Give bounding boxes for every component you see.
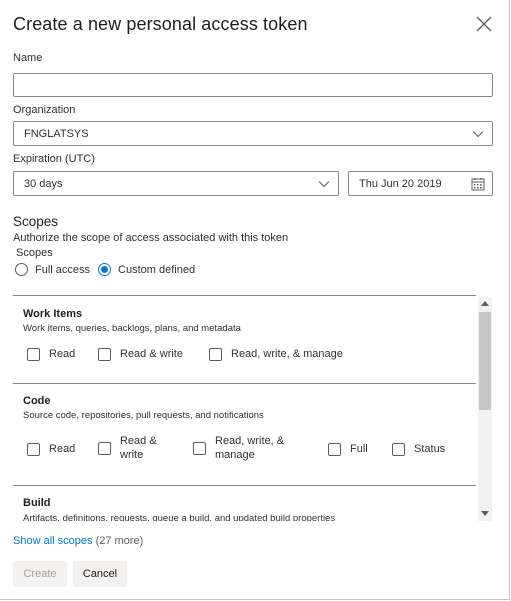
full-access-radio[interactable]: Full access	[15, 263, 90, 276]
organization-value: FNGLATSYS	[24, 128, 89, 140]
scope-section-title: Code	[23, 395, 51, 407]
scope-section-title: Work Items	[23, 308, 83, 320]
show-all-scopes: Show all scopes (27 more)	[13, 535, 143, 547]
scopes-list[interactable]: Work Items Work items, queries, backlogs…	[13, 295, 492, 521]
expiration-value: 30 days	[24, 178, 63, 190]
scopes-heading: Scopes	[13, 214, 59, 229]
work-items-read-write-checkbox[interactable]: Read & write	[98, 347, 183, 361]
code-manage-checkbox[interactable]: Read, write, & manage	[193, 434, 303, 462]
scope-section-description: Source code, repositories, pull requests…	[23, 410, 264, 421]
radio-selected-icon	[98, 263, 112, 276]
create-token-dialog: Create a new personal access token Name …	[0, 0, 510, 600]
divider	[13, 383, 476, 384]
checkbox-label: Read & write	[120, 348, 183, 360]
expiration-date-picker[interactable]: Thu Jun 20 2019	[348, 171, 493, 196]
expiration-label: Expiration (UTC)	[13, 153, 95, 165]
checkbox-icon	[328, 442, 341, 456]
more-scopes-count: (27 more)	[95, 535, 144, 547]
create-button[interactable]: Create	[13, 561, 67, 587]
code-full-checkbox[interactable]: Full	[328, 442, 368, 456]
organization-dropdown[interactable]: FNGLATSYS	[13, 121, 493, 146]
divider	[13, 485, 476, 486]
show-all-scopes-link[interactable]: Show all scopes	[13, 535, 93, 547]
checkbox-label: Read, write, & manage	[215, 435, 285, 461]
scopes-sub-label: Scopes	[16, 247, 53, 259]
checkbox-icon	[27, 347, 40, 361]
code-read-write-checkbox[interactable]: Read & write	[98, 434, 168, 462]
scopes-scrollbar[interactable]	[478, 297, 492, 521]
checkbox-icon	[392, 442, 405, 456]
checkbox-icon	[98, 441, 111, 455]
divider	[13, 295, 476, 296]
checkbox-label: Status	[414, 443, 446, 455]
scope-section-title: Build	[23, 497, 51, 509]
cancel-button[interactable]: Cancel	[73, 561, 127, 587]
close-icon[interactable]	[476, 16, 492, 32]
checkbox-icon	[98, 347, 111, 361]
code-read-checkbox[interactable]: Read	[27, 442, 75, 456]
scrollbar-thumb[interactable]	[479, 312, 491, 410]
organization-label: Organization	[13, 104, 76, 116]
scope-type-radio-group: Full access Custom defined	[15, 263, 203, 276]
name-label: Name	[13, 52, 43, 64]
scroll-up-icon[interactable]	[481, 300, 489, 306]
checkbox-label: Full	[350, 443, 368, 455]
dialog-title: Create a new personal access token	[13, 14, 308, 34]
checkbox-icon	[27, 442, 40, 456]
radio-icon	[15, 263, 28, 276]
checkbox-label: Read, write, & manage	[231, 348, 343, 360]
checkbox-label: Read	[49, 443, 76, 455]
checkbox-label: Read	[49, 348, 76, 360]
work-items-read-checkbox[interactable]: Read	[27, 347, 75, 361]
scope-section-description: Work items, queries, backlogs, plans, an…	[23, 323, 241, 334]
checkbox-icon	[193, 441, 206, 455]
expiration-date-value: Thu Jun 20 2019	[359, 178, 442, 190]
scroll-down-icon[interactable]	[481, 511, 489, 517]
code-status-checkbox[interactable]: Status	[392, 442, 445, 456]
expiration-dropdown[interactable]: 30 days	[13, 171, 339, 196]
scopes-description: Authorize the scope of access associated…	[13, 232, 289, 244]
work-items-manage-checkbox[interactable]: Read, write, & manage	[209, 347, 343, 361]
custom-defined-label: Custom defined	[118, 263, 196, 276]
checkbox-icon	[209, 347, 222, 361]
name-input[interactable]	[13, 73, 493, 97]
chevron-down-icon	[472, 131, 484, 138]
full-access-label: Full access	[35, 263, 91, 276]
checkbox-label: Read & write	[120, 435, 157, 461]
scope-section-description: Artifacts, definitions, requests, queue …	[23, 513, 336, 521]
custom-defined-radio[interactable]: Custom defined	[98, 263, 195, 276]
calendar-icon	[471, 178, 485, 191]
chevron-down-icon	[318, 181, 330, 188]
